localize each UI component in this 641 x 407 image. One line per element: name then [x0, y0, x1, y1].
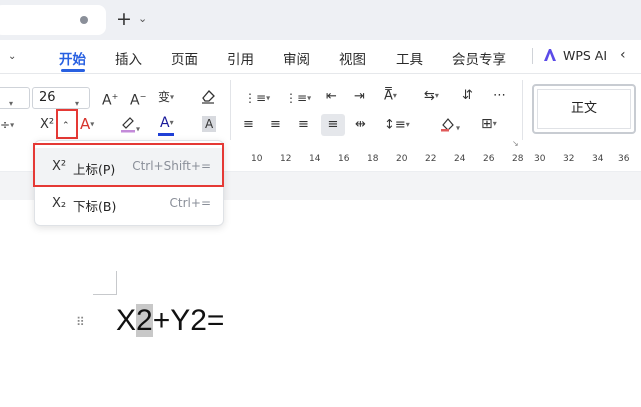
bullets-icon[interactable]: ⋮≡▾ [244, 90, 270, 107]
ruler-tick-label: 10 [251, 154, 263, 164]
text-direction-icon[interactable]: ⇆▾ [424, 88, 439, 105]
text-after: +Y2= [152, 304, 225, 337]
menu-item-home[interactable]: 开始 [59, 48, 86, 68]
ruler-tick-label: 20 [396, 154, 408, 164]
ruler-tick-label: 18 [367, 154, 379, 164]
text-effect-icon[interactable]: A▾ [80, 116, 94, 133]
drag-handle-icon[interactable]: ⠿ [76, 316, 85, 328]
ribbon-divider [230, 80, 231, 140]
chevron-left-icon[interactable]: ‹ [620, 47, 626, 63]
clear-format-icon[interactable] [200, 88, 216, 109]
chevron-down-icon: ▾ [9, 99, 14, 108]
tab-bar: + ⌄ [0, 0, 641, 40]
ruler-tick-label: 26 [483, 154, 495, 164]
style-normal[interactable]: 正文 [532, 84, 636, 134]
highlight-box-superscript [33, 143, 224, 187]
dropdown-item-label: 下标(B) [73, 199, 117, 214]
ruler-tick-label: 36 [618, 154, 630, 164]
distribute-icon[interactable]: ⇹ [355, 117, 366, 133]
numbering-icon[interactable]: ⋮≡▾ [285, 90, 311, 107]
font-size-select[interactable]: 26 ▾ [32, 87, 90, 109]
menu-item-review[interactable]: 审阅 [283, 48, 310, 68]
ruler-tick-label: 12 [280, 154, 292, 164]
align-center-icon[interactable]: ≡ [270, 117, 281, 133]
ribbon-divider [522, 80, 523, 140]
strikethrough-icon[interactable]: ÷▾ [0, 117, 14, 134]
page-corner-mark [93, 294, 117, 295]
superscript-chevron-icon[interactable]: ⌃ [62, 118, 70, 134]
font-color-icon[interactable]: A▾ [160, 115, 174, 131]
ruler-tick-label: 16 [338, 154, 350, 164]
app-window: + ⌄ ⌄ 开始 插入 页面 引用 审阅 视图 工具 会员专享 WPS AI ‹… [0, 0, 641, 407]
font-size-value: 26 [39, 90, 56, 105]
menu-item-view[interactable]: 视图 [339, 48, 366, 68]
subscript-icon: X₂ [52, 196, 67, 211]
font-name-select[interactable]: ▾ [0, 87, 30, 109]
outdent-icon[interactable]: ⇤ [326, 89, 337, 105]
document-text[interactable]: X2+Y2= [116, 304, 224, 338]
menu-item-page[interactable]: 页面 [171, 48, 198, 68]
selected-text: 2 [136, 304, 153, 337]
document-tab[interactable] [0, 5, 106, 35]
align-left-icon[interactable]: ≡ [243, 117, 254, 133]
wps-ai-icon[interactable] [543, 47, 557, 61]
dropdown-item-shortcut: Ctrl+= [169, 196, 211, 210]
table-border-icon[interactable]: ⋯ [493, 88, 506, 104]
ruler-tick-label: 30 [534, 154, 546, 164]
menu-item-member[interactable]: 会员专享 [452, 48, 506, 68]
new-tab-icon[interactable]: + [116, 8, 132, 30]
highlight-pen-icon[interactable]: ▾ [120, 115, 140, 138]
tab-close-icon[interactable] [80, 16, 88, 24]
active-tab-indicator [61, 69, 85, 72]
dropdown-item-subscript[interactable]: X₂ 下标(B) Ctrl+= [35, 186, 223, 224]
line-spacing-icon[interactable]: ↕≡▾ [384, 117, 410, 134]
menu-divider [532, 48, 533, 64]
menu-item-insert[interactable]: 插入 [115, 48, 142, 68]
indent-icon[interactable]: ⇥ [354, 89, 365, 105]
superscript-button[interactable]: X² [40, 117, 54, 133]
page-corner-mark [116, 271, 117, 295]
ruler-tick-label: 28 [512, 154, 524, 164]
menu-item-references[interactable]: 引用 [227, 48, 254, 68]
justify-icon[interactable]: ≡ [321, 114, 345, 136]
increase-font-icon[interactable]: A+ [102, 89, 118, 109]
decrease-font-icon[interactable]: A− [130, 89, 146, 109]
shading-icon[interactable]: ▾ [440, 116, 460, 137]
style-normal-label: 正文 [537, 89, 631, 129]
char-shading-icon[interactable]: A [202, 116, 217, 132]
ruler-tick-label: 22 [425, 154, 437, 164]
ruler-tick-label: 14 [309, 154, 321, 164]
ruler-tick-label: 24 [454, 154, 466, 164]
char-scale-icon[interactable]: A̿▾ [384, 88, 397, 105]
text-before: X [116, 304, 137, 337]
align-right-icon[interactable]: ≡ [298, 117, 309, 133]
chevron-down-icon[interactable]: ⌄ [138, 12, 147, 25]
phonetic-guide-icon[interactable]: 变▾ [158, 89, 174, 106]
menu-item-tools[interactable]: 工具 [396, 48, 423, 68]
borders-icon[interactable]: ⊞▾ [481, 116, 497, 132]
sort-icon[interactable]: ⇵ [462, 88, 473, 104]
wps-ai-button[interactable]: WPS AI [563, 48, 607, 63]
ruler-tick-label: 32 [563, 154, 575, 164]
ruler-tick-label: 34 [592, 154, 604, 164]
font-color-bar [158, 133, 174, 136]
chevron-down-icon[interactable]: ⌄ [8, 49, 16, 65]
